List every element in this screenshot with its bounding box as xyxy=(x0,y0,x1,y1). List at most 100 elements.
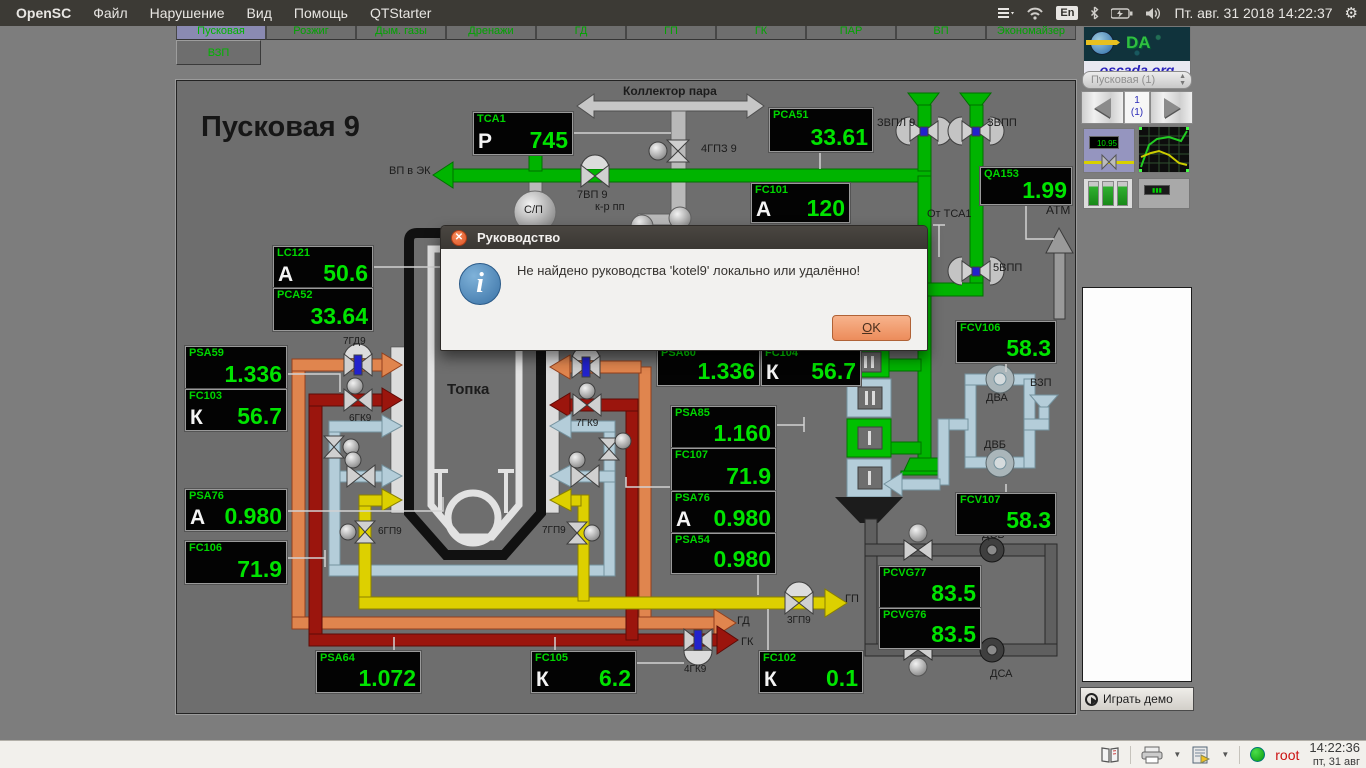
dialog-titlebar[interactable]: ✕ Руководство xyxy=(441,226,927,249)
dialog-message: Не найдено руководства 'kotel9' локально… xyxy=(517,263,917,278)
menu-item-4[interactable]: Помощь xyxy=(294,5,348,21)
widget-thumb-trend[interactable] xyxy=(1138,126,1190,173)
indicator-value: 58.3 xyxy=(1006,335,1051,362)
taskbar: ▼ ▼ root 14:22:36 пт, 31 авг xyxy=(0,740,1366,768)
menu-item-5[interactable]: QTStarter xyxy=(370,5,431,21)
tab-vzp[interactable]: ВЗП xyxy=(176,40,261,65)
indicator-value: 1.336 xyxy=(697,358,755,385)
menu-item-2[interactable]: Нарушение xyxy=(150,5,225,21)
battery-icon[interactable] xyxy=(1111,8,1133,19)
indicator-QA153[interactable]: QA1531.99 xyxy=(980,167,1072,205)
ok-button[interactable]: OK xyxy=(832,315,911,341)
indicator-value: 0.980 xyxy=(713,546,771,573)
screen-select-combo[interactable]: Пусковая (1) ▲▼ xyxy=(1082,71,1192,89)
tab-Дым. газы[interactable]: Дым. газы xyxy=(356,24,446,40)
taskbar-clock[interactable]: 14:22:36 пт, 31 авг xyxy=(1309,741,1360,768)
scheme-label-gk: ГК xyxy=(741,636,753,648)
thumb-display: 10.95 xyxy=(1089,136,1119,149)
indicator-FC104[interactable]: FC104К56.7 xyxy=(761,346,861,386)
scheme-label-v6gp9: 6ГП9 xyxy=(378,526,402,537)
menu-item-1[interactable]: Файл xyxy=(93,5,127,21)
volume-icon[interactable] xyxy=(1145,7,1162,20)
scheme-label-zvpl9: ЗВПЛ 9 xyxy=(877,117,915,129)
indicator-PCA51[interactable]: PCA5133.61 xyxy=(769,108,873,152)
indicator-FC101[interactable]: FC101А120 xyxy=(751,183,850,223)
tab-Пусковая[interactable]: Пусковая xyxy=(176,24,266,40)
scheme-label-ot_tca1: От ТСА1 xyxy=(927,208,972,220)
indicator-FC102[interactable]: FC102К0.1 xyxy=(759,651,863,693)
app-title: OpenSC xyxy=(16,5,71,21)
keyboard-layout-indicator[interactable]: En xyxy=(1056,6,1078,20)
indicator-FCV106[interactable]: FCV106 58.3 xyxy=(956,321,1056,363)
indicator-FC107[interactable]: FC10771.9 xyxy=(671,448,776,491)
indicator-value: 56.7 xyxy=(811,358,856,385)
indicator-PCVG77[interactable]: PCVG7783.5 xyxy=(879,566,981,608)
print-dropdown-icon[interactable]: ▼ xyxy=(1173,750,1181,759)
scheme-label-v7gp9: 7ГП9 xyxy=(542,525,566,536)
indicator-TCA1[interactable]: TCA1P745 xyxy=(473,112,573,155)
indicator-tag: LC121 xyxy=(277,247,310,259)
tab-Экономайзер[interactable]: Экономайзер xyxy=(986,24,1076,40)
widget-thumb-valve[interactable]: 10.95 xyxy=(1083,128,1135,173)
dialog-title: Руководство xyxy=(477,230,560,245)
indicator-PCVG76[interactable]: PCVG7683.5 xyxy=(879,608,981,649)
indicator-PSA60[interactable]: PSA601.336 xyxy=(657,346,760,386)
indicator-PCA52[interactable]: PCA52 33.64 xyxy=(273,288,373,331)
tab-Розжиг[interactable]: Розжиг xyxy=(266,24,356,40)
clock[interactable]: Пт. авг. 31 2018 14:22:37 xyxy=(1174,5,1332,21)
print-icon[interactable] xyxy=(1141,746,1163,764)
export-doc-icon[interactable] xyxy=(1191,746,1211,764)
export-dropdown-icon[interactable]: ▼ xyxy=(1221,750,1229,759)
indicator-tag: PCA52 xyxy=(277,289,312,301)
tab-ГК[interactable]: ГК xyxy=(716,24,806,40)
tab-ГД[interactable]: ГД xyxy=(536,24,626,40)
indicator-PSA76M[interactable]: PSA76А0.980 xyxy=(671,491,776,533)
scheme-title: Пусковая 9 xyxy=(201,111,360,144)
tab-ГП[interactable]: ГП xyxy=(626,24,716,40)
close-icon[interactable]: ✕ xyxy=(451,230,467,246)
indicator-tag: PCA51 xyxy=(773,109,808,121)
widget-thumb-sliders[interactable] xyxy=(1083,178,1133,209)
next-page-button[interactable] xyxy=(1150,91,1193,124)
separator xyxy=(1239,746,1240,764)
tab-ВП[interactable]: ВП xyxy=(896,24,986,40)
widget-thumb-display[interactable]: ▮▮▮ xyxy=(1138,178,1190,209)
indicator-FC106[interactable]: FC10671.9 xyxy=(185,541,287,584)
spinner-icon: ▲▼ xyxy=(1179,73,1186,87)
scheme-label-zvpp: ЗВПП xyxy=(987,117,1017,129)
tab-Дренажи[interactable]: Дренажи xyxy=(446,24,536,40)
indicator-PSA76L[interactable]: PSA76А0.980 xyxy=(185,489,287,531)
manual-book-icon[interactable] xyxy=(1100,746,1120,764)
indicator-menu-icon[interactable] xyxy=(998,7,1014,19)
indicator-PSA64[interactable]: PSA641.072 xyxy=(316,651,421,693)
status-indicator[interactable] xyxy=(1250,747,1265,762)
wifi-icon[interactable] xyxy=(1026,7,1044,20)
indicator-tag: FCV106 xyxy=(960,322,1000,334)
indicator-tag: PSA85 xyxy=(675,407,710,419)
play-demo-button[interactable]: Играть демо xyxy=(1080,687,1194,711)
indicator-PSA54[interactable]: PSA540.980 xyxy=(671,533,776,574)
indicator-FC103[interactable]: FC103К56.7 xyxy=(185,389,287,431)
indicator-mode-letter: А xyxy=(676,508,691,532)
indicator-FCV107[interactable]: FCV10758.3 xyxy=(956,493,1056,535)
system-tray: En Пт. авг. 31 2018 14:22:37 ⚙ xyxy=(998,0,1358,26)
indicator-tag: PCVG76 xyxy=(883,609,926,621)
indicator-value: 71.9 xyxy=(237,556,282,583)
indicator-PSA85[interactable]: PSA851.160 xyxy=(671,406,776,448)
scheme-label-v6gk9: 6ГК9 xyxy=(349,413,371,424)
tab-ПАР[interactable]: ПАР xyxy=(806,24,896,40)
prev-page-button[interactable] xyxy=(1081,91,1124,124)
indicator-LC121[interactable]: LC121А50.6 xyxy=(273,246,373,288)
menu-item-3[interactable]: Вид xyxy=(247,5,272,21)
page-indicator: 1 (1) xyxy=(1124,91,1150,124)
scada-scheme-panel: Пусковая 9 Коллектор параВП в ЭКС/П7ВП 9… xyxy=(176,80,1076,714)
indicator-FC105[interactable]: FC105К6.2 xyxy=(531,651,636,693)
indicator-tag: PSA54 xyxy=(675,534,710,546)
indicator-PSA59[interactable]: PSA591.336 xyxy=(185,346,287,389)
bluetooth-icon[interactable] xyxy=(1090,6,1099,20)
indicator-value: 1.072 xyxy=(358,665,416,692)
session-gear-icon[interactable]: ⚙ xyxy=(1345,4,1358,22)
scheme-label-vp_ek: ВП в ЭК xyxy=(389,165,431,177)
indicator-value: 33.64 xyxy=(310,303,368,330)
current-user[interactable]: root xyxy=(1275,747,1299,763)
